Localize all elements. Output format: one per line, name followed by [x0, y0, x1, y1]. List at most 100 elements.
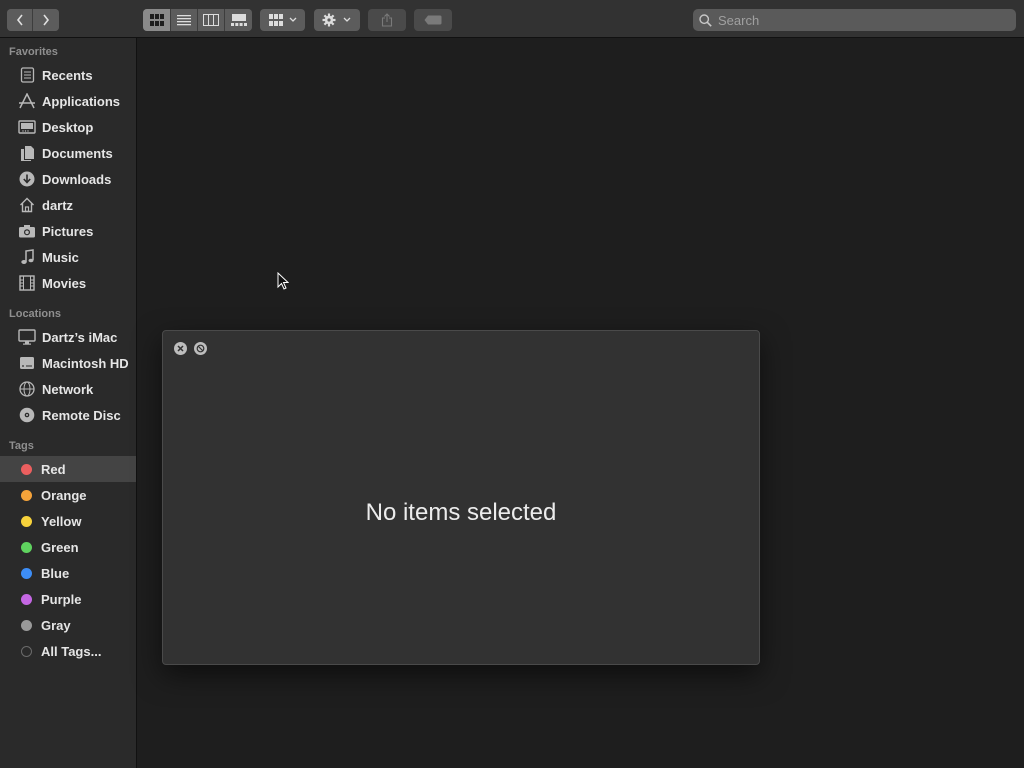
group-by-button[interactable]	[260, 9, 305, 31]
sidebar-tag-blue[interactable]: Blue	[0, 560, 136, 586]
grid-dropdown-icon	[268, 14, 296, 26]
tag-button-face	[414, 9, 452, 31]
sidebar-tag-green[interactable]: Green	[0, 534, 136, 560]
sidebar-item-label: Orange	[41, 487, 87, 503]
sidebar-item-desktop[interactable]: Desktop	[0, 114, 136, 140]
sidebar-item-label: Network	[42, 381, 94, 397]
sidebar-tag-purple[interactable]: Purple	[0, 586, 136, 612]
camera-icon	[17, 222, 37, 240]
info-panel: No items selected	[162, 330, 760, 665]
chevron-right-icon	[43, 14, 50, 26]
sidebar-item-label: Pictures	[42, 223, 94, 239]
sidebar-item-label: Green	[41, 539, 79, 555]
favorites-header: Favorites	[9, 46, 58, 58]
sidebar-item-music[interactable]: Music	[0, 244, 136, 270]
desktop-icon	[17, 118, 37, 136]
forward-button[interactable]	[33, 9, 59, 31]
sidebar-item-label: Remote Disc	[42, 407, 121, 423]
column-view-button[interactable]	[198, 9, 225, 31]
icon-view-button[interactable]	[143, 9, 171, 31]
column-view-icon	[203, 14, 219, 26]
imac-icon	[17, 328, 37, 346]
back-button[interactable]	[7, 9, 33, 31]
sidebar-tag-yellow[interactable]: Yellow	[0, 508, 136, 534]
chevron-left-icon	[16, 14, 23, 26]
sidebar-item-label: Purple	[41, 591, 82, 607]
share-button-face	[368, 9, 406, 31]
sidebar-item-label: Gray	[41, 617, 71, 633]
gallery-view-button[interactable]	[225, 9, 252, 31]
sidebar-item-label: Movies	[42, 275, 87, 291]
sidebar-item-label: Music	[42, 249, 79, 265]
minimize-icon	[196, 344, 205, 353]
sidebar-item-label: Red	[41, 461, 66, 477]
sidebar-item-documents[interactable]: Documents	[0, 140, 136, 166]
sidebar-tag-all-tags[interactable]: All Tags...	[0, 638, 136, 664]
sidebar-item-label: Documents	[42, 145, 113, 161]
sidebar-item-label: Recents	[42, 67, 93, 83]
sidebar-item-label: Applications	[42, 93, 121, 109]
all-tags-icon	[21, 645, 32, 657]
sidebar-tag-gray[interactable]: Gray	[0, 612, 136, 638]
sidebar-item-label: Yellow	[41, 513, 82, 529]
documents-icon	[17, 144, 37, 162]
search-input[interactable]	[718, 12, 998, 28]
icon-view-icon	[149, 14, 164, 26]
sidebar-tag-red[interactable]: Red	[0, 456, 136, 482]
sidebar-item-pictures[interactable]: Pictures	[0, 218, 136, 244]
sidebar-item-label: dartz	[42, 197, 74, 213]
empty-selection-message: No items selected	[365, 499, 557, 526]
close-icon	[177, 345, 184, 352]
sidebar: Favorites Recents Applications Desktop D…	[0, 38, 137, 768]
search-icon	[699, 13, 712, 27]
tag-color-dot	[21, 463, 32, 475]
gallery-view-icon	[230, 14, 247, 26]
tag-icon	[424, 15, 442, 25]
sidebar-item-downloads[interactable]: Downloads	[0, 166, 136, 192]
search-field[interactable]	[693, 9, 1016, 31]
sidebar-item-label: Blue	[41, 565, 70, 581]
close-button[interactable]	[174, 342, 187, 355]
sidebar-item-movies[interactable]: Movies	[0, 270, 136, 296]
sidebar-item-imac[interactable]: Dartz’s iMac	[0, 324, 136, 350]
tag-color-dot	[21, 593, 32, 605]
tag-color-dot	[21, 541, 32, 553]
tag-color-dot	[21, 489, 32, 501]
applications-icon	[17, 92, 37, 110]
sidebar-tag-orange[interactable]: Orange	[0, 482, 136, 508]
downloads-icon	[17, 170, 37, 188]
sidebar-item-label: Desktop	[42, 119, 94, 135]
film-icon	[17, 274, 37, 292]
sidebar-item-recents[interactable]: Recents	[0, 62, 136, 88]
toolbar	[0, 0, 1024, 38]
gear-dropdown-icon	[322, 13, 351, 27]
sidebar-item-network[interactable]: Network	[0, 376, 136, 402]
sidebar-item-dartz[interactable]: dartz	[0, 192, 136, 218]
disc-icon	[17, 406, 37, 424]
tag-color-dot	[21, 515, 32, 527]
home-icon	[17, 196, 37, 214]
navigation-buttons	[7, 9, 59, 31]
action-button[interactable]	[314, 9, 360, 31]
share-icon	[381, 13, 393, 27]
sidebar-item-applications[interactable]: Applications	[0, 88, 136, 114]
list-view-icon	[177, 15, 191, 26]
sidebar-item-label: Macintosh HD	[42, 355, 129, 371]
hard-drive-icon	[17, 354, 37, 372]
sidebar-item-remote-disc[interactable]: Remote Disc	[0, 402, 136, 428]
list-view-button[interactable]	[171, 9, 198, 31]
sidebar-item-label: Downloads	[42, 171, 112, 187]
tag-button[interactable]	[414, 9, 452, 31]
minimize-button[interactable]	[194, 342, 207, 355]
globe-icon	[17, 380, 37, 398]
view-mode-segmented-control	[143, 9, 252, 31]
mouse-cursor-icon	[277, 272, 289, 290]
share-button[interactable]	[368, 9, 406, 31]
recents-icon	[17, 66, 37, 84]
tag-color-dot	[21, 619, 32, 631]
sidebar-item-macintosh-hd[interactable]: Macintosh HD	[0, 350, 136, 376]
music-note-icon	[17, 248, 37, 266]
group-by-button-face	[260, 9, 305, 31]
sidebar-item-label: Dartz’s iMac	[42, 329, 118, 345]
action-button-face	[314, 9, 360, 31]
